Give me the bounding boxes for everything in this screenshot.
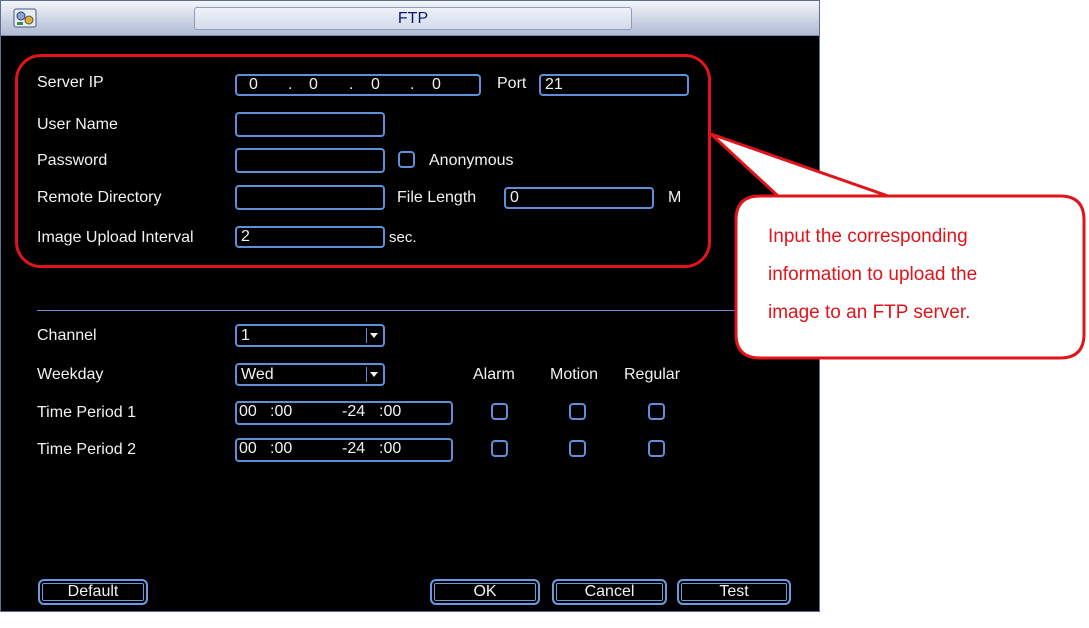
callout-line-3: image to an FTP server. [768, 302, 971, 323]
callout-line-2: information to upload the [768, 264, 978, 285]
callout-line-1: Input the corresponding [768, 226, 968, 247]
callout-text: Input the corresponding information to u… [768, 218, 1083, 332]
